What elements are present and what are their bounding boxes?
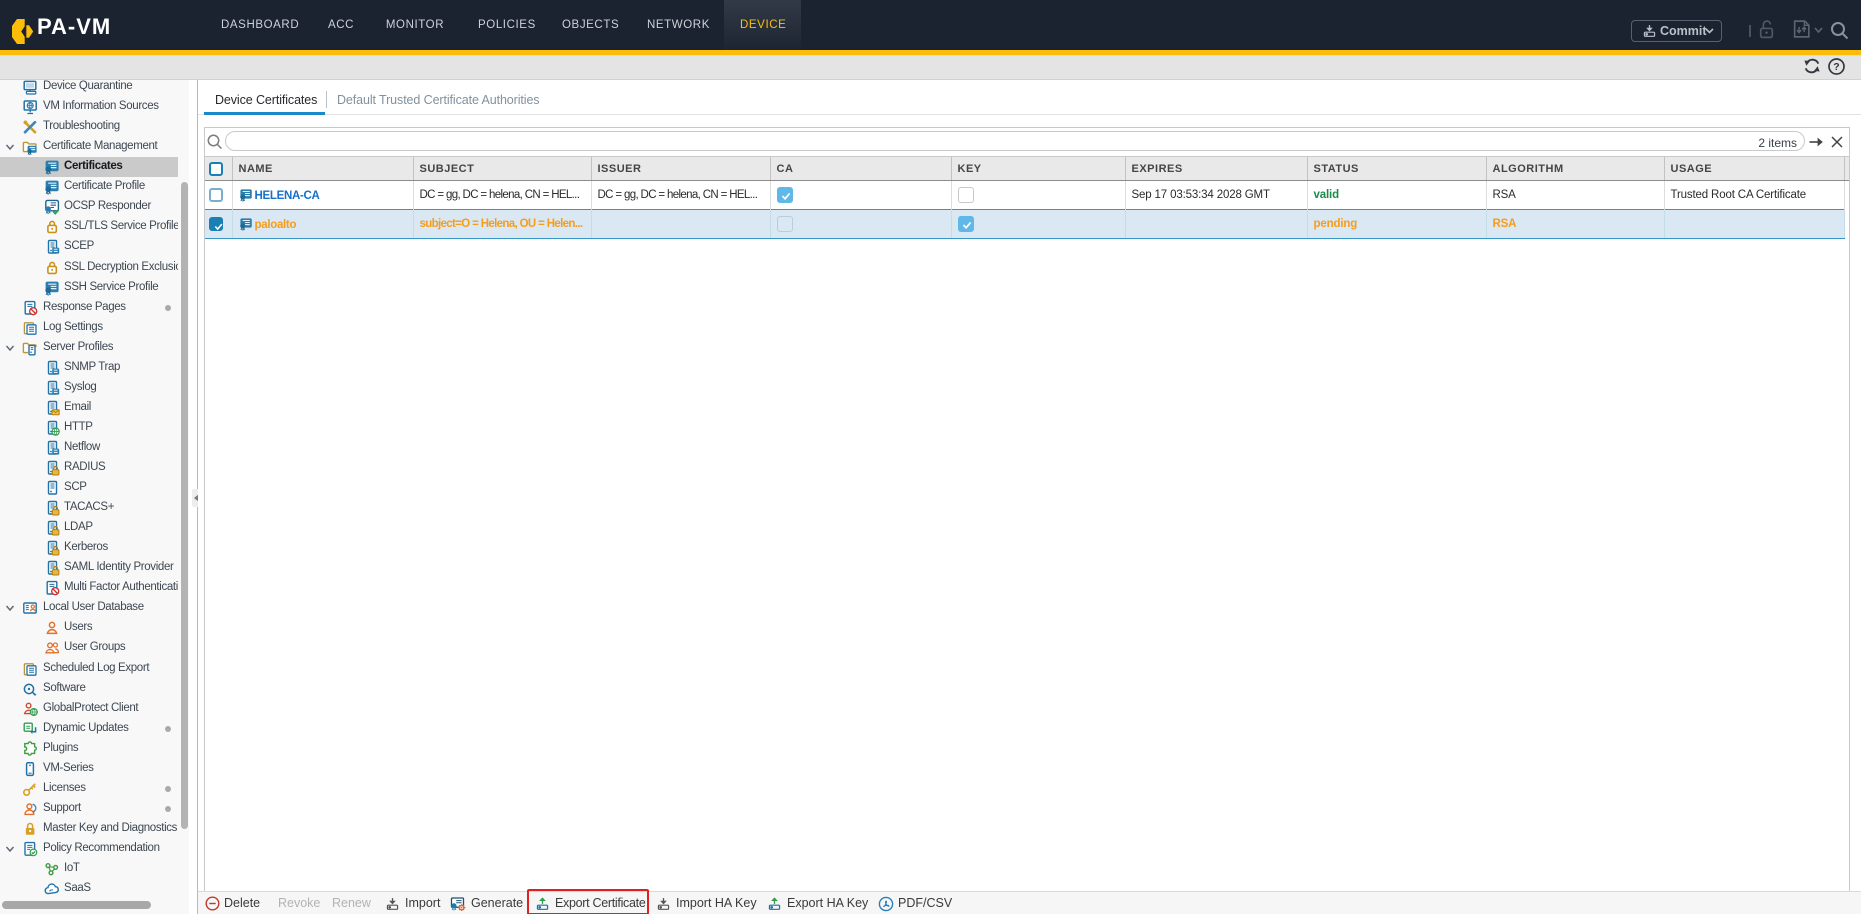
svg-text:?: ? <box>1833 61 1839 73</box>
